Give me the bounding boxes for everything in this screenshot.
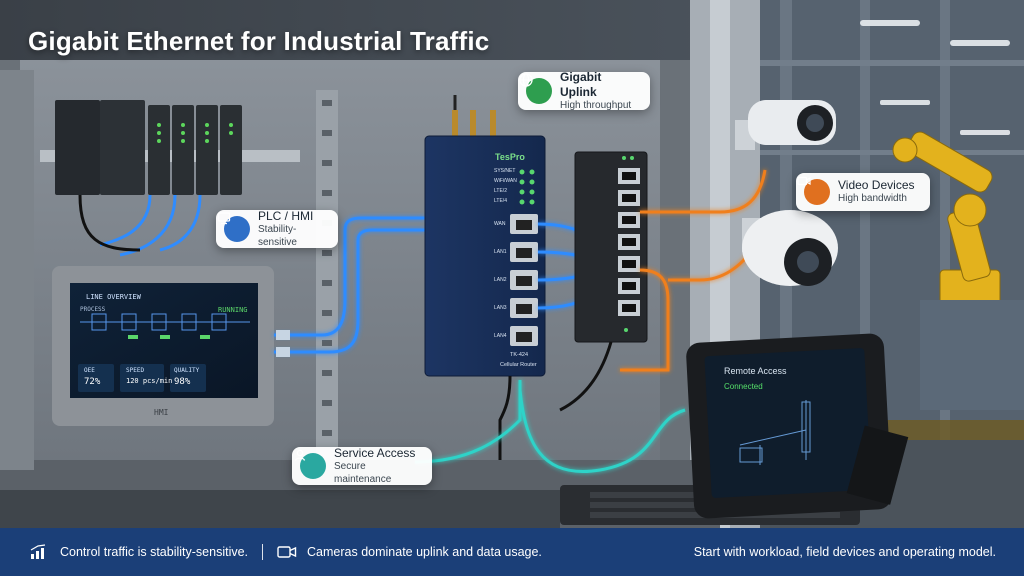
footer-camera-item: Cameras dominate uplink and data usage. — [277, 545, 542, 559]
callout-video-sub: High bandwidth — [838, 193, 907, 205]
callout-service-heading: Service Access — [334, 446, 416, 460]
router-led-label-1: SYS/NET — [494, 168, 516, 174]
hmi-stat-quality-value: 98% — [174, 377, 191, 387]
hmi-stat-oee-label: OEE — [84, 367, 95, 374]
router-port-lan2: LAN2 — [494, 277, 507, 283]
scene-graphic — [0, 0, 1024, 528]
router-port-lan3: LAN3 — [494, 305, 507, 311]
hmi-process-label: PROCESS — [80, 306, 106, 313]
hmi-status: RUNNING — [218, 306, 248, 314]
camera-icon — [797, 176, 830, 205]
router-model: TK-424 — [510, 352, 529, 358]
monitor-icon — [217, 212, 250, 242]
hmi-header: LINE OVERVIEW — [86, 293, 141, 301]
footer-control-text: Control traffic is stability-sensitive. — [60, 545, 249, 559]
router-led-label-4: LTE/4 — [494, 198, 507, 204]
callout-video-heading: Video Devices — [838, 178, 915, 193]
router-port-wan: WAN — [494, 221, 506, 227]
footer-divider — [262, 544, 264, 560]
callout-uplink-sub: High throughput — [560, 99, 632, 111]
user-icon — [294, 449, 326, 479]
footer-bar: Control traffic is stability-sensitive. … — [0, 528, 1024, 576]
footer-right-text: Start with workload, field devices and o… — [693, 545, 996, 559]
footer-control-item: Control traffic is stability-sensitive. — [30, 544, 248, 560]
router-port-lan4: LAN4 — [494, 333, 507, 339]
hmi-stat-speed-label: SPEED — [126, 367, 145, 374]
callout-service-sub: Secure maintenance — [334, 461, 392, 485]
video-camera-icon — [277, 545, 297, 559]
hmi-brand: HMI — [154, 408, 169, 417]
callout-plc-sub: Stability-sensitive — [258, 224, 297, 248]
callout-uplink-heading: Gigabit Uplink — [560, 69, 602, 99]
callout-plc-heading: PLC / HMI — [258, 209, 314, 223]
router-led-label-3: LTE/2 — [494, 188, 507, 194]
tablet-title: Remote Access — [724, 366, 787, 376]
bar-chart-icon — [30, 544, 48, 560]
tablet-status: Connected — [724, 382, 763, 391]
callout-gigabit-uplink: Gigabit Uplink High throughput — [518, 69, 650, 111]
callout-service-access: Service Access Secure maintenance — [292, 446, 432, 485]
page-title: Gigabit Ethernet for Industrial Traffic — [28, 26, 490, 56]
router-led-label-2: WiFi/WAN — [494, 178, 517, 184]
router-port-lan1: LAN1 — [494, 249, 507, 255]
callout-plc-hmi: PLC / HMI Stability-sensitive — [216, 209, 338, 248]
callout-video-devices: Video Devices High bandwidth — [796, 173, 930, 211]
globe-icon — [519, 73, 552, 104]
hmi-stat-speed-value: 120 pcs/min — [126, 377, 173, 385]
photo-scene: Gigabit Ethernet for Industrial Traffic … — [0, 0, 1024, 528]
router-caption: Cellular Router — [500, 362, 537, 368]
hmi-stat-quality-label: QUALITY — [174, 367, 200, 374]
router-brand: TesPro — [495, 152, 525, 162]
footer-camera-text: Cameras dominate uplink and data usage. — [307, 545, 542, 559]
hmi-stat-oee-value: 72% — [84, 377, 101, 387]
